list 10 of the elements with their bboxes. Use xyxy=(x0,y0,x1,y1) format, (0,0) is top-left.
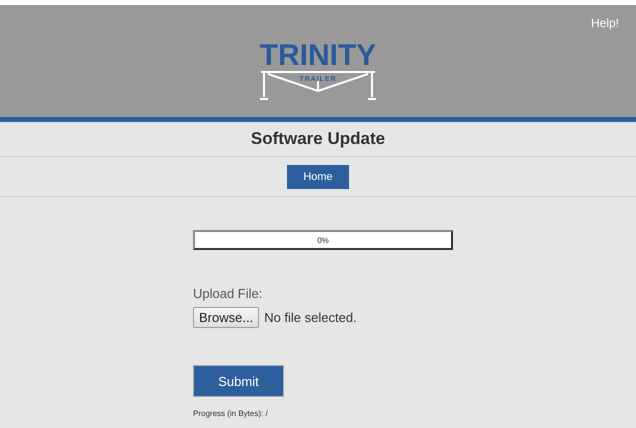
upload-label: Upload File: xyxy=(193,286,262,301)
progress-text: Progress (in Bytes): / xyxy=(193,409,268,418)
page-title: Software Update xyxy=(250,129,386,149)
browse-button[interactable]: Browse... xyxy=(193,307,260,328)
progress-reading: 0% xyxy=(316,234,330,246)
file-status: No file selected. xyxy=(264,310,357,325)
home-tab[interactable]: Home xyxy=(287,164,349,188)
submit-button[interactable]: Submit xyxy=(193,365,284,397)
logo-title: TRINITY xyxy=(260,42,376,70)
trailer-frame-icon xyxy=(258,69,378,103)
